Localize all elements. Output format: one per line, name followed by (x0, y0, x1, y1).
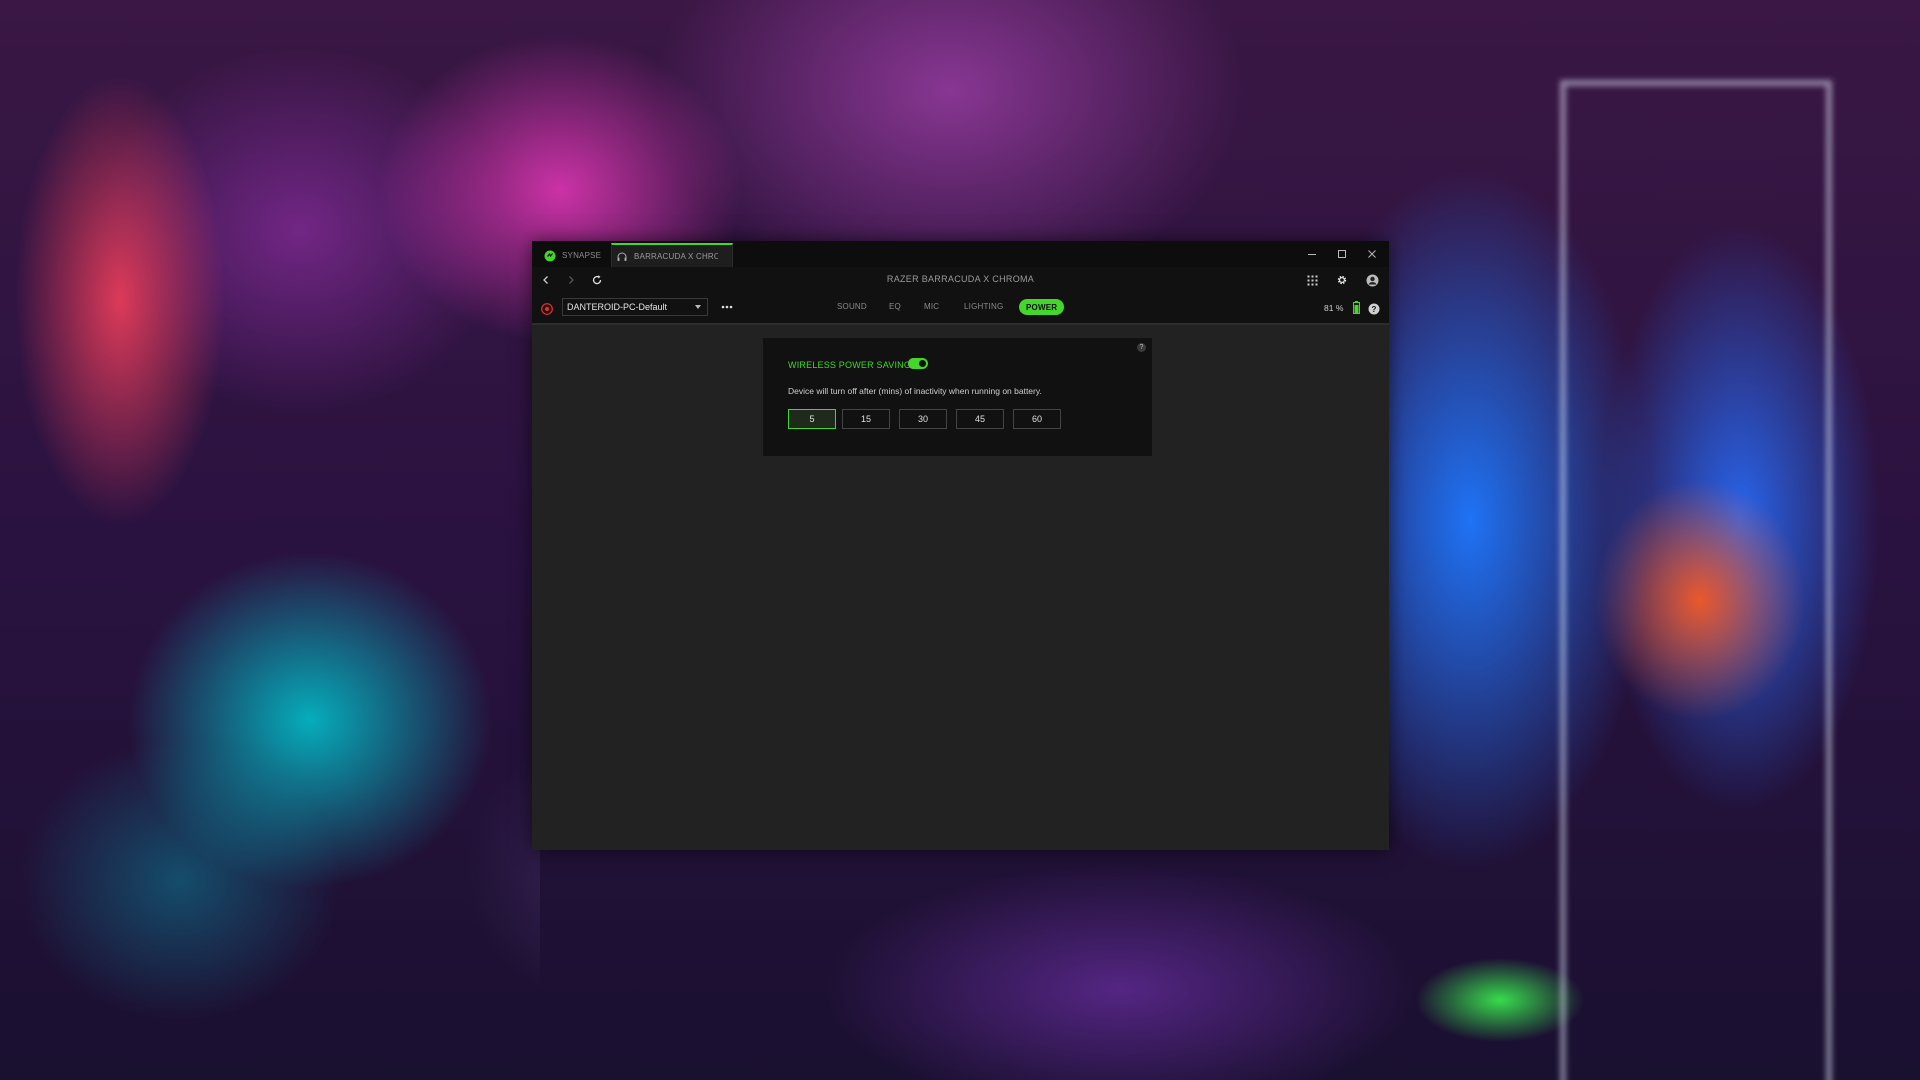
apps-button[interactable] (1303, 271, 1321, 289)
wallpaper-rider-figure (0, 0, 540, 1080)
minimize-icon (1308, 254, 1316, 255)
close-icon (1368, 250, 1376, 258)
power-saving-toggle[interactable] (908, 358, 928, 369)
device-subbar: DANTEROID-PC-Default SOUND EQ MIC LIGHTI… (532, 293, 1389, 325)
maximize-button[interactable] (1327, 241, 1357, 267)
tab-sound[interactable]: SOUND (837, 302, 867, 311)
toolbar: RAZER BARRACUDA X CHROMA (532, 267, 1389, 293)
close-button[interactable] (1357, 241, 1387, 267)
tab-synapse[interactable]: SYNAPSE (540, 244, 610, 267)
profile-dropdown[interactable]: DANTEROID-PC-Default (562, 298, 708, 316)
timeout-option-15[interactable]: 15 (842, 409, 890, 429)
minimize-button[interactable] (1297, 241, 1327, 267)
tab-eq[interactable]: EQ (889, 302, 901, 311)
profile-button[interactable] (1363, 271, 1381, 289)
profile-indicator-icon[interactable] (541, 302, 553, 315)
power-saving-description: Device will turn off after (mins) of ina… (788, 386, 1042, 396)
power-content: ? WIRELESS POWER SAVING Device will turn… (532, 325, 1389, 850)
svg-text:?: ? (1372, 305, 1377, 314)
tab-mic[interactable]: MIC (924, 302, 939, 311)
settings-button[interactable] (1333, 271, 1351, 289)
power-saving-title: WIRELESS POWER SAVING (788, 360, 912, 370)
razer-logo-icon (544, 250, 556, 262)
help-button[interactable]: ? (1368, 302, 1380, 315)
apps-grid-icon (1307, 275, 1317, 285)
tab-barracuda-label: BARRACUDA X CHROMA (634, 252, 718, 261)
wireless-power-saving-card: ? WIRELESS POWER SAVING Device will turn… (763, 338, 1152, 456)
window-title: RAZER BARRACUDA X CHROMA (886, 274, 1035, 284)
user-avatar-icon (1366, 274, 1378, 286)
timeout-option-60[interactable]: 60 (1013, 409, 1061, 429)
synapse-window: SYNAPSE BARRACUDA X CHROMA RAZER BARRACU (532, 241, 1389, 850)
gear-icon (1337, 275, 1347, 285)
tab-synapse-label: SYNAPSE (562, 251, 602, 260)
tab-power[interactable]: POWER (1019, 299, 1065, 315)
timeout-option-45[interactable]: 45 (956, 409, 1004, 429)
battery-icon (1353, 301, 1360, 314)
timeout-option-5[interactable]: 5 (788, 409, 836, 429)
window-titlebar[interactable]: SYNAPSE BARRACUDA X CHROMA (532, 241, 1389, 268)
chevron-down-icon (695, 305, 701, 309)
battery-percentage: 81 % (1324, 303, 1344, 313)
profile-dropdown-value: DANTEROID-PC-Default (567, 302, 668, 312)
help-icon: ? (1368, 303, 1380, 315)
more-options-button[interactable] (720, 301, 734, 315)
card-help-icon[interactable]: ? (1137, 343, 1146, 352)
more-horizontal-icon (721, 305, 733, 309)
headset-icon (616, 251, 628, 263)
tab-lighting[interactable]: LIGHTING (964, 302, 1003, 311)
maximize-icon (1338, 250, 1346, 258)
timeout-option-30[interactable]: 30 (899, 409, 947, 429)
tab-barracuda[interactable]: BARRACUDA X CHROMA (611, 243, 733, 268)
wallpaper-neon-sign (1560, 80, 1832, 1080)
